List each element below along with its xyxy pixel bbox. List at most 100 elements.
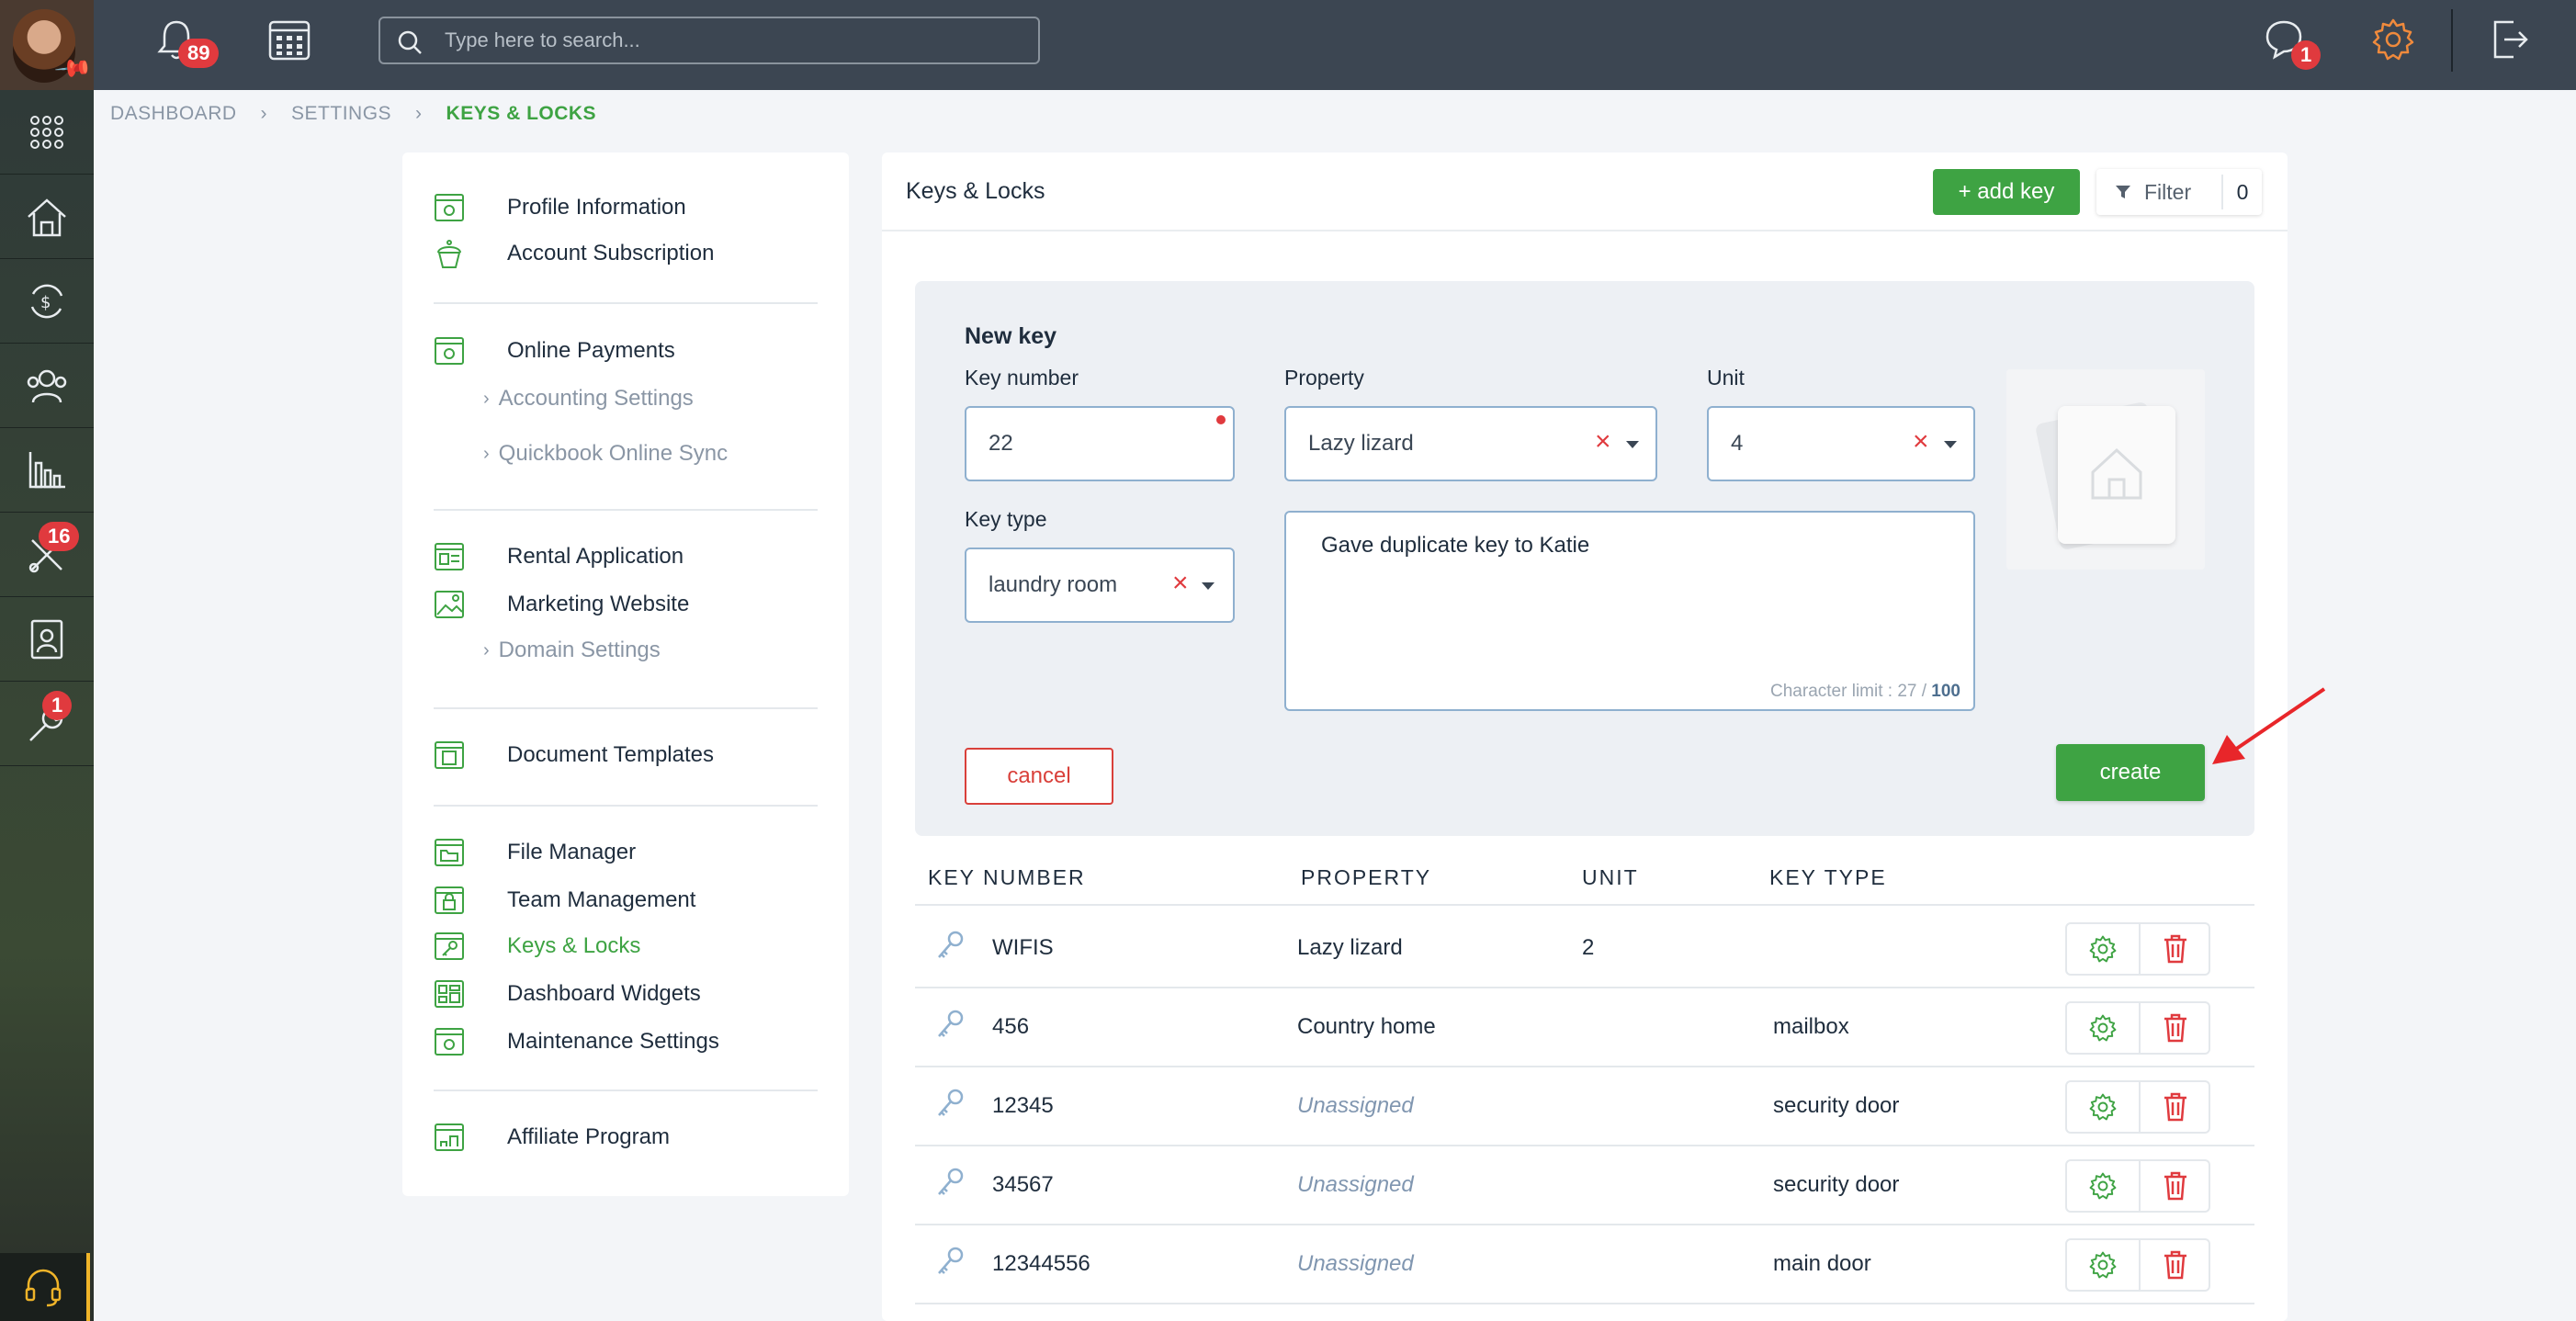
settings-gear-icon[interactable] (2370, 17, 2425, 72)
rail-tenant-screening[interactable] (0, 597, 94, 682)
menu-document-templates[interactable]: Document Templates (434, 737, 714, 773)
key-photo-upload[interactable] (2006, 369, 2205, 570)
cancel-button[interactable]: cancel (965, 748, 1113, 805)
rail-accounting[interactable]: $ (0, 259, 94, 344)
menu-marketing-website[interactable]: Marketing Website (434, 586, 689, 623)
notifications-bell-icon[interactable]: 89 (154, 17, 220, 72)
column-key-number[interactable]: KEY NUMBER (928, 865, 1086, 890)
key-icon (938, 1168, 964, 1195)
key-icon (938, 1247, 964, 1274)
clear-property-icon[interactable]: × (1595, 426, 1611, 457)
menu-quickbook-sync[interactable]: › Quickbook Online Sync (483, 437, 728, 470)
rail-properties[interactable] (0, 175, 94, 259)
clear-unit-icon[interactable]: × (1913, 426, 1929, 457)
page-title: Keys & Locks (906, 178, 1045, 204)
table-row[interactable]: 456 Country home mailbox (915, 988, 2254, 1067)
table-row[interactable]: WIFIS Lazy lizard 2 (915, 909, 2254, 988)
character-limit: Character limit : 27 / 100 (1770, 682, 1960, 702)
edit-gear-icon[interactable] (2067, 924, 2139, 974)
key-number-label: Key number (965, 366, 1079, 390)
cell-key-type: security door (1773, 1172, 1900, 1197)
rail-tools[interactable]: 1 (0, 682, 94, 766)
cell-property: Unassigned (1297, 1172, 1414, 1197)
dropdown-caret-icon[interactable] (1944, 441, 1957, 448)
calendar-icon[interactable] (266, 17, 322, 72)
breadcrumb-dashboard[interactable]: DASHBOARD (110, 103, 237, 125)
menu-label: Profile Information (507, 195, 686, 220)
search-input[interactable] (445, 26, 1014, 55)
menu-rental-application[interactable]: Rental Application (434, 538, 684, 575)
chevron-right-icon: › (483, 639, 490, 660)
notifications-badge: 89 (178, 39, 220, 68)
filter-button[interactable]: Filter 0 (2096, 169, 2262, 215)
breadcrumb-settings[interactable]: SETTINGS (291, 103, 391, 125)
maintenance-badge: 16 (39, 522, 80, 551)
rail-contacts[interactable] (0, 344, 94, 428)
cell-key-type: mailbox (1773, 1014, 1849, 1039)
edit-gear-icon[interactable] (2067, 1082, 2139, 1132)
add-key-button[interactable]: + add key (1933, 169, 2080, 215)
dropdown-caret-icon[interactable] (1202, 582, 1215, 590)
rail-apps-menu[interactable] (0, 90, 94, 175)
menu-affiliate-program[interactable]: Affiliate Program (434, 1119, 670, 1156)
menu-keys-locks[interactable]: Keys & Locks (434, 928, 640, 965)
money-cycle-icon: $ (30, 284, 63, 318)
menu-label: Affiliate Program (507, 1124, 670, 1149)
column-key-type[interactable]: KEY TYPE (1769, 865, 1887, 890)
menu-maintenance-settings[interactable]: Maintenance Settings (434, 1023, 719, 1060)
key-type-select[interactable]: laundry room × (965, 548, 1235, 623)
headset-icon (25, 1269, 62, 1307)
menu-dashboard-widgets[interactable]: Dashboard Widgets (434, 976, 701, 1012)
key-number-input[interactable]: 22 (965, 406, 1235, 481)
breadcrumb-separator: › (415, 103, 423, 124)
edit-gear-icon[interactable] (2067, 1161, 2139, 1211)
notes-textarea[interactable]: Gave duplicate key to Katie Character li… (1284, 511, 1975, 711)
character-limit-text: Character limit : 27 / (1770, 682, 1932, 701)
search-bar[interactable] (378, 17, 1040, 64)
edit-gear-icon[interactable] (2067, 1003, 2139, 1053)
column-property[interactable]: PROPERTY (1301, 865, 1431, 890)
bar-chart-icon (28, 451, 65, 488)
svg-text:$: $ (40, 293, 51, 312)
delete-trash-icon[interactable] (2139, 1161, 2210, 1211)
menu-divider (434, 805, 818, 807)
delete-trash-icon[interactable] (2139, 1082, 2210, 1132)
menu-profile-information[interactable]: Profile Information (434, 189, 686, 226)
create-button[interactable]: create (2056, 744, 2205, 801)
menu-file-manager[interactable]: File Manager (434, 834, 636, 871)
clear-key-type-icon[interactable]: × (1172, 568, 1189, 599)
menu-online-payments[interactable]: Online Payments (434, 333, 675, 369)
search-icon (398, 30, 422, 54)
edit-gear-icon[interactable] (2067, 1240, 2139, 1290)
avatar[interactable]: 📌 (0, 0, 94, 90)
key-icon (938, 1089, 964, 1116)
character-limit-max: 100 (1931, 682, 1960, 701)
menu-account-subscription[interactable]: Account Subscription (434, 235, 714, 272)
unit-select[interactable]: 4 × (1707, 406, 1975, 481)
cell-property: Unassigned (1297, 1251, 1414, 1276)
table-row[interactable]: 34567 Unassigned security door (915, 1146, 2254, 1225)
delete-trash-icon[interactable] (2139, 1240, 2210, 1290)
dropdown-caret-icon[interactable] (1626, 441, 1639, 448)
menu-accounting-settings[interactable]: › Accounting Settings (483, 382, 694, 415)
menu-label: Keys & Locks (507, 933, 641, 958)
table-row[interactable]: 12344556 Unassigned main door (915, 1225, 2254, 1304)
property-select[interactable]: Lazy lizard × (1284, 406, 1657, 481)
left-nav-rail: $ 16 1 (0, 90, 94, 1321)
table-row[interactable]: 12345 Unassigned security door (915, 1067, 2254, 1146)
logout-icon[interactable] (2486, 17, 2541, 72)
new-key-form: New key Key number 22 Property Lazy liza… (915, 281, 2254, 836)
menu-domain-settings[interactable]: › Domain Settings (483, 634, 661, 667)
column-unit[interactable]: UNIT (1582, 865, 1639, 890)
menu-team-management[interactable]: Team Management (434, 882, 695, 919)
support-headset-button[interactable] (0, 1253, 90, 1321)
delete-trash-icon[interactable] (2139, 924, 2210, 974)
rail-reports[interactable] (0, 428, 94, 513)
annotation-arrow-icon (2212, 687, 2326, 764)
rail-maintenance[interactable]: 16 (0, 513, 94, 597)
property-value: Lazy lizard (1308, 431, 1414, 456)
messages-icon[interactable]: 1 (2262, 17, 2322, 72)
delete-trash-icon[interactable] (2139, 1003, 2210, 1053)
table-header: KEY NUMBER PROPERTY UNIT KEY TYPE (915, 849, 2254, 906)
team-lock-icon (435, 886, 464, 914)
